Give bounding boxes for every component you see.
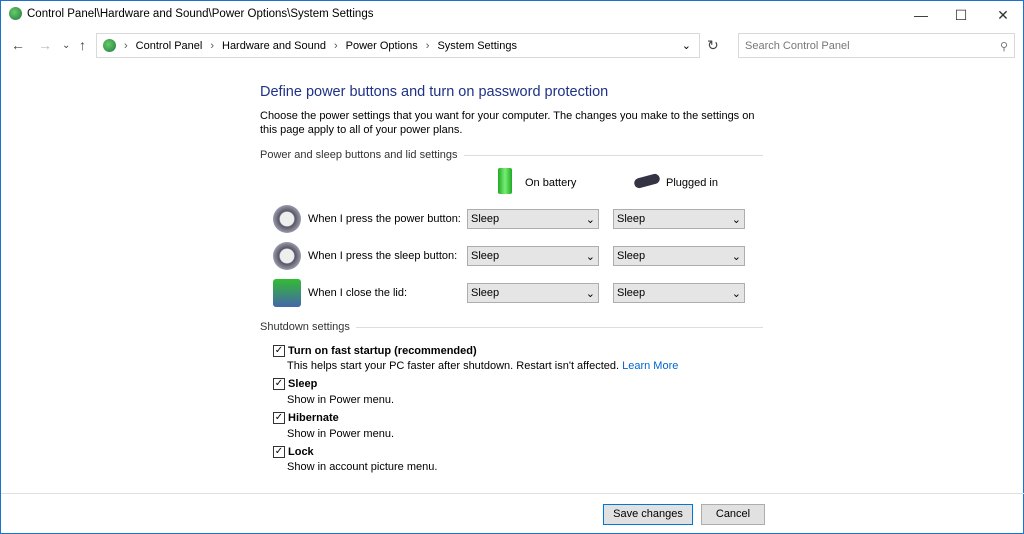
power-button-battery-select[interactable]: Sleep ⌄ [467,209,599,229]
section-power-buttons: Power and sleep buttons and lid settings [260,149,763,161]
battery-icon [498,168,512,194]
power-button-icon [273,205,301,233]
up-button[interactable]: ↑ [79,37,86,53]
lock-checkbox[interactable]: ✓ Lock [273,446,314,458]
page-description: Choose the power settings that you want … [260,110,755,136]
lock-desc: Show in account picture menu. [287,461,438,473]
address-dropdown-icon[interactable]: ⌄ [682,39,691,52]
plug-icon [633,172,661,190]
checkbox-checked-icon: ✓ [273,378,285,390]
search-input[interactable]: Search Control Panel ⚲ [738,33,1015,58]
control-panel-icon [103,39,116,52]
control-panel-icon [9,7,22,20]
breadcrumb-system-settings[interactable]: System Settings [437,40,516,52]
maximize-button[interactable]: ☐ [944,3,978,27]
back-button[interactable]: ← [11,37,25,53]
lid-row: When I close the lid: Sleep ⌄ Sleep ⌄ [273,279,745,307]
refresh-icon[interactable]: ↻ [707,37,719,54]
search-icon[interactable]: ⚲ [1000,40,1008,53]
save-changes-button[interactable]: Save changes [603,504,693,525]
checkbox-checked-icon: ✓ [273,345,285,357]
breadcrumb-control-panel[interactable]: Control Panel [136,40,203,52]
hibernate-checkbox[interactable]: ✓ Hibernate [273,412,339,424]
laptop-lid-icon [273,279,301,307]
column-plugged-in: Plugged in [666,177,718,189]
sleep-button-battery-select[interactable]: Sleep ⌄ [467,246,599,266]
sleep-button-plugged-select[interactable]: Sleep ⌄ [613,246,745,266]
power-button-row: When I press the power button: Sleep ⌄ Sl… [273,205,745,233]
sleep-checkbox[interactable]: ✓ Sleep [273,378,317,390]
learn-more-link[interactable]: Learn More [622,360,678,372]
window-title: Control Panel\Hardware and Sound\Power O… [9,7,373,20]
breadcrumb-power-options[interactable]: Power Options [346,40,418,52]
fast-startup-desc: This helps start your PC faster after sh… [287,360,679,372]
recent-dropdown-icon[interactable]: ⌄ [62,40,70,51]
address-bar[interactable]: › Control Panel › Hardware and Sound › Powe… [96,33,700,58]
lid-plugged-select[interactable]: Sleep ⌄ [613,283,745,303]
page-title: Define power buttons and turn on passwor… [260,84,609,100]
fast-startup-checkbox[interactable]: ✓ Turn on fast startup (recommended) [273,345,477,357]
power-button-plugged-select[interactable]: Sleep ⌄ [613,209,745,229]
lid-battery-select[interactable]: Sleep ⌄ [467,283,599,303]
sleep-button-row: When I press the sleep button: Sleep ⌄ Sl… [273,242,745,270]
minimize-button[interactable]: — [904,3,938,27]
column-on-battery: On battery [525,177,577,189]
footer-divider [1,493,1024,494]
hibernate-desc: Show in Power menu. [287,428,394,440]
forward-button[interactable]: → [38,37,52,53]
checkbox-checked-icon: ✓ [273,412,285,424]
cancel-button[interactable]: Cancel [701,504,765,525]
sleep-button-icon [273,242,301,270]
close-button[interactable]: ✕ [986,3,1020,27]
sleep-desc: Show in Power menu. [287,394,394,406]
checkbox-checked-icon: ✓ [273,446,285,458]
breadcrumb-hardware-sound[interactable]: Hardware and Sound [222,40,326,52]
section-shutdown: Shutdown settings [260,321,763,333]
